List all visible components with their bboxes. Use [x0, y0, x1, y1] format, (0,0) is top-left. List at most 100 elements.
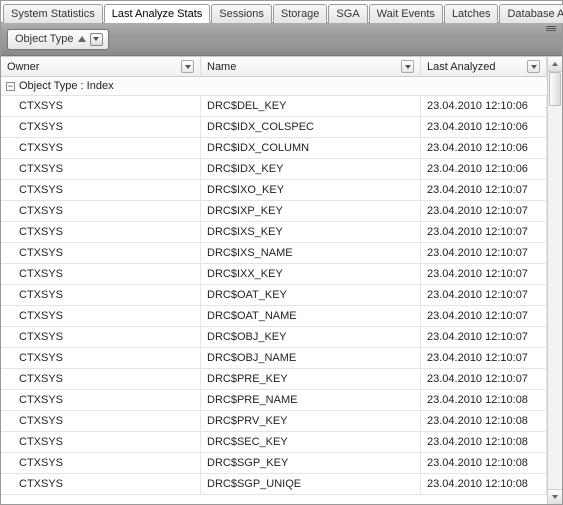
tab-last-analyze-stats[interactable]: Last Analyze Stats	[104, 4, 211, 23]
cell-owner: CTXSYS	[1, 243, 201, 263]
tab-sga[interactable]: SGA	[328, 4, 367, 23]
cell-name: DRC$OBJ_NAME	[201, 348, 421, 368]
cell-owner: CTXSYS	[1, 138, 201, 158]
group-by-button[interactable]: Object Type	[7, 29, 109, 50]
cell-owner: CTXSYS	[1, 222, 201, 242]
cell-owner: CTXSYS	[1, 390, 201, 410]
cell-owner: CTXSYS	[1, 327, 201, 347]
cell-name: DRC$DEL_KEY	[201, 96, 421, 116]
table-row[interactable]: CTXSYSDRC$IXS_KEY23.04.2010 12:10:07	[1, 222, 547, 243]
column-menu-icon[interactable]	[527, 60, 540, 73]
cell-last: 23.04.2010 12:10:07	[421, 243, 547, 263]
table-row[interactable]: CTXSYSDRC$IDX_COLUMN23.04.2010 12:10:06	[1, 138, 547, 159]
table-row[interactable]: CTXSYSDRC$PRE_NAME23.04.2010 12:10:08	[1, 390, 547, 411]
cell-last: 23.04.2010 12:10:07	[421, 369, 547, 389]
tab-storage[interactable]: Storage	[273, 4, 328, 23]
cell-owner: CTXSYS	[1, 264, 201, 284]
cell-name: DRC$IDX_KEY	[201, 159, 421, 179]
cell-last: 23.04.2010 12:10:07	[421, 348, 547, 368]
cell-last: 23.04.2010 12:10:08	[421, 390, 547, 410]
table-row[interactable]: CTXSYSDRC$SEC_KEY23.04.2010 12:10:08	[1, 432, 547, 453]
tab-sessions[interactable]: Sessions	[211, 4, 272, 23]
cell-owner: CTXSYS	[1, 453, 201, 473]
cell-last: 23.04.2010 12:10:07	[421, 180, 547, 200]
cell-owner: CTXSYS	[1, 348, 201, 368]
cell-name: DRC$PRE_NAME	[201, 390, 421, 410]
tab-system-statistics[interactable]: System Statistics	[3, 4, 103, 23]
cell-last: 23.04.2010 12:10:07	[421, 306, 547, 326]
table-row[interactable]: CTXSYSDRC$PRV_KEY23.04.2010 12:10:08	[1, 411, 547, 432]
vertical-scrollbar[interactable]	[547, 57, 562, 504]
cell-name: DRC$PRV_KEY	[201, 411, 421, 431]
group-header-label: Object Type : Index	[19, 80, 114, 92]
cell-name: DRC$IXP_KEY	[201, 201, 421, 221]
dropdown-icon[interactable]	[90, 33, 103, 46]
table-row[interactable]: CTXSYSDRC$OAT_NAME23.04.2010 12:10:07	[1, 306, 547, 327]
cell-last: 23.04.2010 12:10:07	[421, 285, 547, 305]
table-row[interactable]: CTXSYSDRC$OBJ_KEY23.04.2010 12:10:07	[1, 327, 547, 348]
column-menu-icon[interactable]	[181, 60, 194, 73]
cell-owner: CTXSYS	[1, 180, 201, 200]
table-row[interactable]: CTXSYSDRC$PRE_KEY23.04.2010 12:10:07	[1, 369, 547, 390]
cell-owner: CTXSYS	[1, 411, 201, 431]
collapse-icon[interactable]: −	[6, 82, 15, 91]
column-menu-icon[interactable]	[401, 60, 414, 73]
sort-asc-icon	[78, 36, 86, 42]
cell-last: 23.04.2010 12:10:07	[421, 264, 547, 284]
table-row[interactable]: CTXSYSDRC$IXO_KEY23.04.2010 12:10:07	[1, 180, 547, 201]
table-row[interactable]: CTXSYSDRC$OAT_KEY23.04.2010 12:10:07	[1, 285, 547, 306]
table-row[interactable]: CTXSYSDRC$SGP_UNIQE23.04.2010 12:10:08	[1, 474, 547, 495]
tab-bar: System StatisticsLast Analyze StatsSessi…	[1, 1, 562, 23]
table-row[interactable]: CTXSYSDRC$IDX_COLSPEC23.04.2010 12:10:06	[1, 117, 547, 138]
cell-last: 23.04.2010 12:10:06	[421, 159, 547, 179]
table-row[interactable]: CTXSYSDRC$IXS_NAME23.04.2010 12:10:07	[1, 243, 547, 264]
table-row[interactable]: CTXSYSDRC$IDX_KEY23.04.2010 12:10:06	[1, 159, 547, 180]
scroll-up-icon[interactable]	[548, 57, 562, 72]
cell-owner: CTXSYS	[1, 432, 201, 452]
scroll-down-icon[interactable]	[548, 489, 562, 504]
column-header-row: Owner Name Last Analyzed	[1, 57, 547, 77]
cell-name: DRC$OBJ_KEY	[201, 327, 421, 347]
table-row[interactable]: CTXSYSDRC$DEL_KEY23.04.2010 12:10:06	[1, 96, 547, 117]
group-header-row[interactable]: − Object Type : Index	[1, 77, 547, 96]
tab-database-alerts[interactable]: Database Alerts	[499, 4, 563, 23]
cell-name: DRC$IXS_NAME	[201, 243, 421, 263]
cell-owner: CTXSYS	[1, 117, 201, 137]
table-row[interactable]: CTXSYSDRC$IXP_KEY23.04.2010 12:10:07	[1, 201, 547, 222]
grid-container: Owner Name Last Analyzed − Object Type :…	[1, 56, 562, 504]
table-row[interactable]: CTXSYSDRC$IXX_KEY23.04.2010 12:10:07	[1, 264, 547, 285]
column-header-owner[interactable]: Owner	[1, 57, 201, 76]
column-header-name-label: Name	[207, 61, 236, 73]
cell-last: 23.04.2010 12:10:06	[421, 96, 547, 116]
cell-owner: CTXSYS	[1, 159, 201, 179]
cell-name: DRC$SGP_KEY	[201, 453, 421, 473]
cell-name: DRC$SGP_UNIQE	[201, 474, 421, 494]
table-row[interactable]: CTXSYSDRC$SGP_KEY23.04.2010 12:10:08	[1, 453, 547, 474]
cell-name: DRC$PRE_KEY	[201, 369, 421, 389]
cell-owner: CTXSYS	[1, 306, 201, 326]
cell-name: DRC$IDX_COLSPEC	[201, 117, 421, 137]
toolbar-menu-icon[interactable]	[544, 26, 558, 32]
cell-name: DRC$OAT_KEY	[201, 285, 421, 305]
cell-last: 23.04.2010 12:10:07	[421, 222, 547, 242]
cell-owner: CTXSYS	[1, 369, 201, 389]
data-rows: CTXSYSDRC$DEL_KEY23.04.2010 12:10:06CTXS…	[1, 96, 547, 495]
tab-latches[interactable]: Latches	[444, 4, 499, 23]
cell-owner: CTXSYS	[1, 96, 201, 116]
cell-name: DRC$IXS_KEY	[201, 222, 421, 242]
cell-owner: CTXSYS	[1, 201, 201, 221]
cell-last: 23.04.2010 12:10:07	[421, 327, 547, 347]
scroll-thumb[interactable]	[549, 72, 561, 106]
cell-name: DRC$IXO_KEY	[201, 180, 421, 200]
cell-last: 23.04.2010 12:10:06	[421, 138, 547, 158]
column-header-last-analyzed[interactable]: Last Analyzed	[421, 57, 547, 76]
tab-wait-events[interactable]: Wait Events	[369, 4, 443, 23]
table-row[interactable]: CTXSYSDRC$OBJ_NAME23.04.2010 12:10:07	[1, 348, 547, 369]
column-header-name[interactable]: Name	[201, 57, 421, 76]
cell-last: 23.04.2010 12:10:06	[421, 117, 547, 137]
column-header-owner-label: Owner	[7, 61, 39, 73]
scroll-track[interactable]	[548, 72, 562, 489]
cell-last: 23.04.2010 12:10:08	[421, 453, 547, 473]
column-header-last-label: Last Analyzed	[427, 61, 496, 73]
cell-owner: CTXSYS	[1, 285, 201, 305]
